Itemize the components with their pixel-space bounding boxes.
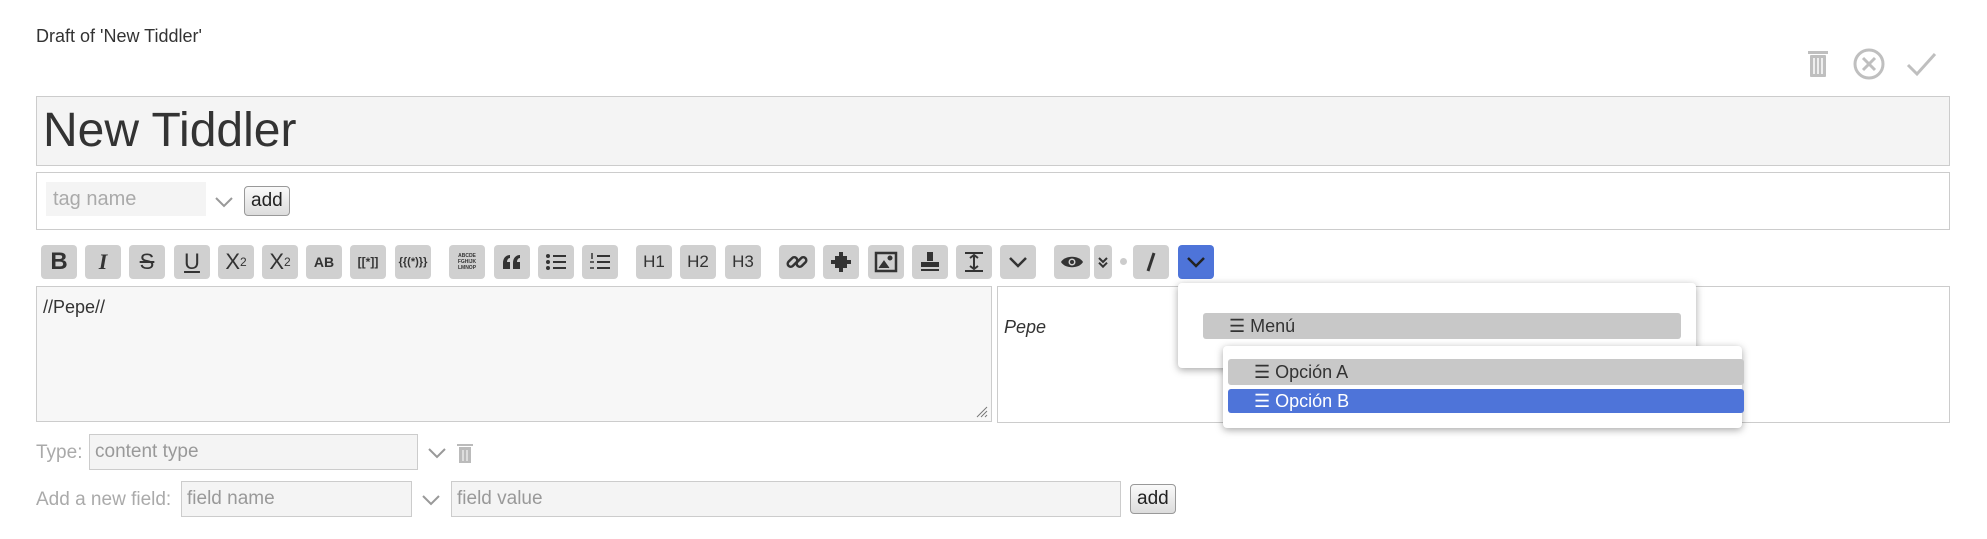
superscript-button[interactable]: X2: [218, 245, 254, 279]
field-add-button[interactable]: add: [1130, 484, 1176, 514]
macro-button[interactable]: {{(*)}}: [395, 245, 431, 279]
strikethrough-button[interactable]: S: [129, 245, 165, 279]
chevron-down-icon[interactable]: [426, 442, 448, 464]
quote-button[interactable]: [494, 245, 530, 279]
field-name-input[interactable]: field name: [181, 481, 412, 517]
submenu-item-option-b[interactable]: ☰ Opción B: [1228, 389, 1744, 413]
subscript-button[interactable]: X2: [262, 245, 298, 279]
field-value-input[interactable]: field value: [451, 481, 1121, 517]
underline-button[interactable]: U: [174, 245, 210, 279]
resize-handle-icon[interactable]: [976, 406, 988, 418]
stamp-icon: [921, 252, 939, 271]
circle-x-icon: [1853, 48, 1885, 80]
chevron-down-icon[interactable]: [420, 489, 442, 511]
delete-button[interactable]: [1798, 44, 1838, 84]
transclude-button[interactable]: [[*]]: [350, 245, 386, 279]
stamp-button[interactable]: [912, 245, 948, 279]
chevron-down-icon: [1009, 257, 1027, 268]
h3-button[interactable]: H3: [725, 245, 761, 279]
preview-type-button[interactable]: [1094, 245, 1112, 279]
submenu-dropdown: ☰ Opción A ☰ Opción B: [1223, 346, 1744, 428]
puzzle-icon: [831, 252, 851, 272]
quote-icon: [503, 255, 520, 269]
body-editor[interactable]: //Pepe//: [36, 286, 992, 422]
separator-dot: [1120, 258, 1127, 265]
tag-add-button[interactable]: add: [244, 186, 290, 216]
menu-item-menu[interactable]: ☰ Menú: [1203, 313, 1681, 339]
numbered-list-icon: [590, 253, 610, 269]
superscript-mark: 2: [240, 255, 247, 269]
superscript-letter: X: [225, 249, 240, 274]
bullet-list-button[interactable]: [538, 245, 574, 279]
subscript-mark: 2: [284, 255, 291, 269]
add-field-label: Add a new field:: [36, 489, 172, 510]
type-label: Type:: [36, 442, 83, 463]
excise-button[interactable]: [956, 245, 992, 279]
h1-button[interactable]: H1: [636, 245, 672, 279]
more-button[interactable]: [1000, 245, 1036, 279]
title-input[interactable]: New Tiddler: [36, 96, 1950, 166]
link-icon: [786, 255, 808, 269]
trash-icon[interactable]: [456, 442, 474, 464]
chevron-down-icon[interactable]: [213, 191, 235, 213]
bullet-list-icon: [546, 254, 566, 270]
bold-button[interactable]: B: [41, 245, 77, 279]
monospace-button[interactable]: ABCDE FGHIJK LMNOP: [449, 245, 485, 279]
subscript-letter: X: [269, 249, 284, 274]
preview-button[interactable]: [1054, 245, 1090, 279]
excise-icon: [965, 252, 983, 272]
italic-alt-button[interactable]: [1133, 245, 1169, 279]
italic-button[interactable]: I: [85, 245, 121, 279]
h2-button[interactable]: H2: [680, 245, 716, 279]
smallcaps-button[interactable]: AB: [306, 245, 342, 279]
picture-button[interactable]: [823, 245, 859, 279]
image-icon: [874, 251, 898, 273]
cancel-button[interactable]: [1849, 44, 1889, 84]
numbered-list-button[interactable]: [582, 245, 618, 279]
eye-icon: [1061, 256, 1083, 268]
slash-icon: [1146, 252, 1156, 272]
submenu-item-option-a[interactable]: ☰ Opción A: [1228, 359, 1744, 385]
trash-icon: [1808, 51, 1828, 77]
tag-name-input[interactable]: tag name: [46, 182, 206, 216]
image-button[interactable]: [868, 245, 904, 279]
double-chevron-down-icon: [1098, 257, 1108, 269]
tag-row: tag name add: [36, 172, 1950, 230]
draft-title: Draft of 'New Tiddler': [36, 26, 202, 46]
menu-dropdown-button[interactable]: [1178, 245, 1214, 279]
done-button[interactable]: [1901, 44, 1941, 84]
checkmark-icon: [1906, 52, 1937, 77]
chevron-down-icon: [1187, 257, 1205, 268]
content-type-input[interactable]: content type: [89, 434, 418, 470]
link-button[interactable]: [779, 245, 815, 279]
